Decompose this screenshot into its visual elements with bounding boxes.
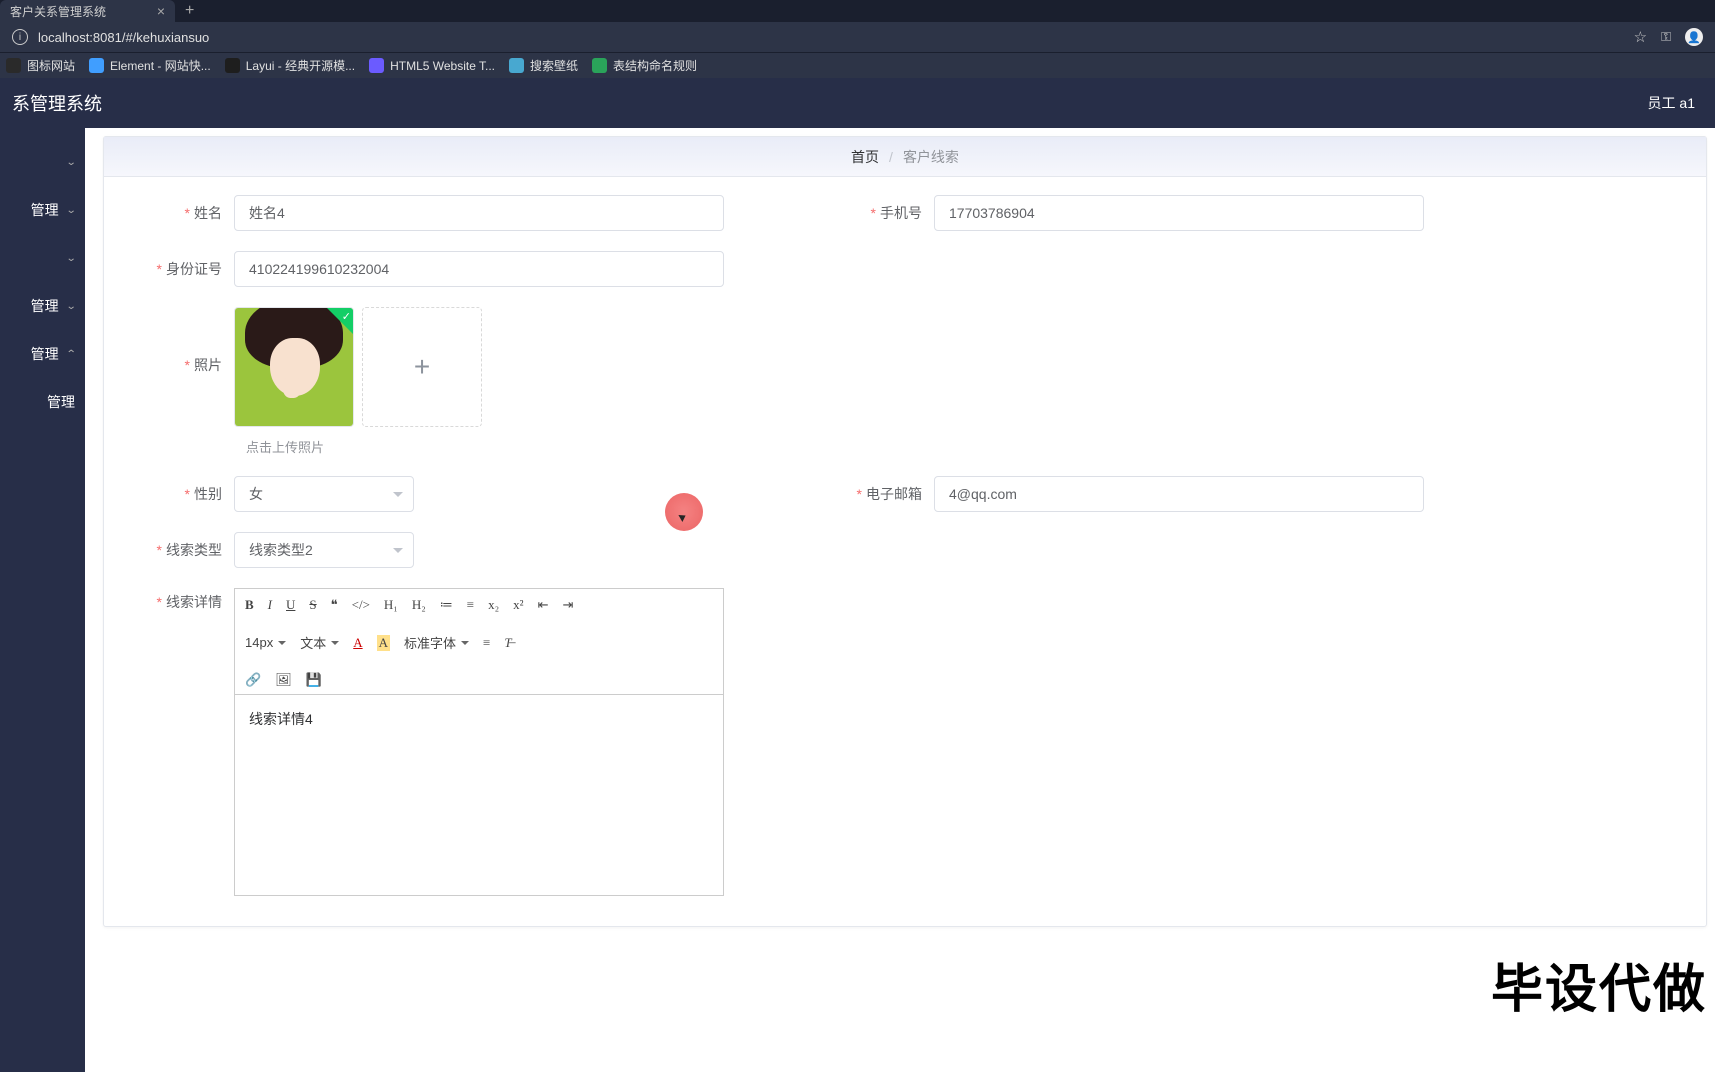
upload-add-button[interactable]: + (362, 307, 482, 427)
bookmark-item[interactable]: 搜索壁纸 (509, 57, 578, 74)
align-icon[interactable]: ≡ (483, 635, 490, 651)
tab-title: 客户关系管理系统 (10, 3, 106, 20)
bookmark-item[interactable]: 图标网站 (6, 57, 75, 74)
bookmark-star-icon[interactable]: ☆ (1634, 28, 1647, 46)
chevron-down-icon: ⌄ (65, 253, 76, 264)
image-icon[interactable]: 🖼 (275, 672, 292, 688)
site-info-icon[interactable]: i (12, 29, 28, 45)
sidebar-item[interactable]: 管理⌄ (0, 186, 85, 234)
user-label[interactable]: 员工 a1 (1648, 93, 1695, 113)
indent-left-icon[interactable]: ⇤ (538, 597, 549, 613)
font-family-select[interactable]: 标准字体 (404, 633, 469, 652)
uploaded-photo[interactable] (234, 307, 354, 427)
quote-icon[interactable]: ❝ (331, 597, 338, 613)
code-icon[interactable]: </> (352, 597, 370, 613)
rich-text-editor: B I U S ❝ </> H₁ H₂ ≔ ≡ x₂ x² ⇤ (234, 588, 724, 896)
leadtype-label: 线索类型 (124, 540, 234, 560)
password-key-icon[interactable]: ⚿ (1661, 29, 1671, 45)
watermark: 毕设代做 (1491, 947, 1707, 1022)
cursor-highlight (665, 493, 703, 531)
bookmark-item[interactable]: Layui - 经典开源模... (225, 57, 355, 74)
name-label: 姓名 (124, 203, 234, 223)
sidebar-item[interactable]: 管理⌃ (0, 330, 85, 378)
idcard-label: 身份证号 (124, 259, 234, 279)
sidebar: ⌄ 管理⌄ ⌄ 管理⌄ 管理⌃ 管理 (0, 128, 85, 1072)
bg-color-icon[interactable]: A (377, 635, 390, 651)
superscript-icon[interactable]: x² (513, 597, 523, 613)
gender-label: 性别 (124, 484, 234, 504)
ordered-list-icon[interactable]: ≔ (440, 597, 453, 613)
indent-right-icon[interactable]: ⇥ (562, 597, 573, 613)
breadcrumb-current: 客户线索 (903, 147, 959, 167)
breadcrumb-separator: / (889, 149, 893, 165)
app-title: 系管理系统 (12, 90, 102, 116)
strike-icon[interactable]: S (309, 597, 316, 613)
font-size-select[interactable]: 14px (245, 635, 286, 650)
save-icon[interactable]: 💾 (306, 672, 322, 688)
chevron-down-icon: ⌄ (65, 301, 76, 312)
chevron-up-icon: ⌃ (65, 349, 76, 360)
photo-label: 照片 (124, 307, 234, 375)
block-type-select[interactable]: 文本 (300, 633, 339, 652)
upload-hint: 点击上传照片 (246, 437, 1686, 456)
chevron-down-icon: ⌄ (65, 157, 76, 168)
subscript-icon[interactable]: x₂ (488, 597, 499, 613)
phone-input[interactable] (934, 195, 1424, 231)
breadcrumb-home[interactable]: 首页 (851, 147, 879, 167)
name-input[interactable] (234, 195, 724, 231)
email-label: 电子邮箱 (824, 484, 934, 504)
upload-success-icon (327, 308, 353, 334)
chevron-down-icon: ⌄ (65, 205, 76, 216)
unordered-list-icon[interactable]: ≡ (467, 597, 474, 613)
gender-select[interactable]: 女 (234, 476, 414, 512)
link-icon[interactable]: 🔗 (245, 672, 261, 688)
italic-icon[interactable]: I (268, 597, 272, 613)
clear-format-icon[interactable]: T̶ (504, 635, 511, 651)
leadtype-select[interactable]: 线索类型2 (234, 532, 414, 568)
bookmark-item[interactable]: Element - 网站快... (89, 57, 211, 74)
underline-icon[interactable]: U (286, 597, 295, 613)
bookmark-item[interactable]: HTML5 Website T... (369, 58, 495, 73)
breadcrumb: 首页 / 客户线索 (104, 137, 1706, 177)
sidebar-item[interactable]: ⌄ (0, 138, 85, 186)
profile-avatar-icon[interactable]: 👤 (1685, 28, 1703, 46)
idcard-input[interactable] (234, 251, 724, 287)
bookmarks-bar: 图标网站 Element - 网站快... Layui - 经典开源模... H… (0, 52, 1715, 78)
sidebar-item[interactable]: ⌄ (0, 234, 85, 282)
email-input[interactable] (934, 476, 1424, 512)
text-color-icon[interactable]: A (353, 635, 362, 651)
url-input[interactable]: localhost:8081/#/kehuxiansuo (38, 30, 1634, 45)
new-tab-button[interactable]: + (175, 2, 204, 20)
bold-icon[interactable]: B (245, 597, 254, 613)
phone-label: 手机号 (824, 203, 934, 223)
plus-icon: + (414, 351, 430, 383)
editor-body[interactable]: 线索详情4 (235, 695, 723, 895)
h1-icon[interactable]: H₁ (384, 597, 398, 613)
close-tab-icon[interactable]: × (157, 3, 165, 19)
bookmark-item[interactable]: 表结构命名规则 (592, 57, 697, 74)
h2-icon[interactable]: H₂ (412, 597, 426, 613)
browser-tab[interactable]: 客户关系管理系统 × (0, 0, 175, 22)
sidebar-item[interactable]: 管理 (0, 378, 85, 426)
detail-label: 线索详情 (124, 588, 234, 612)
sidebar-item[interactable]: 管理⌄ (0, 282, 85, 330)
